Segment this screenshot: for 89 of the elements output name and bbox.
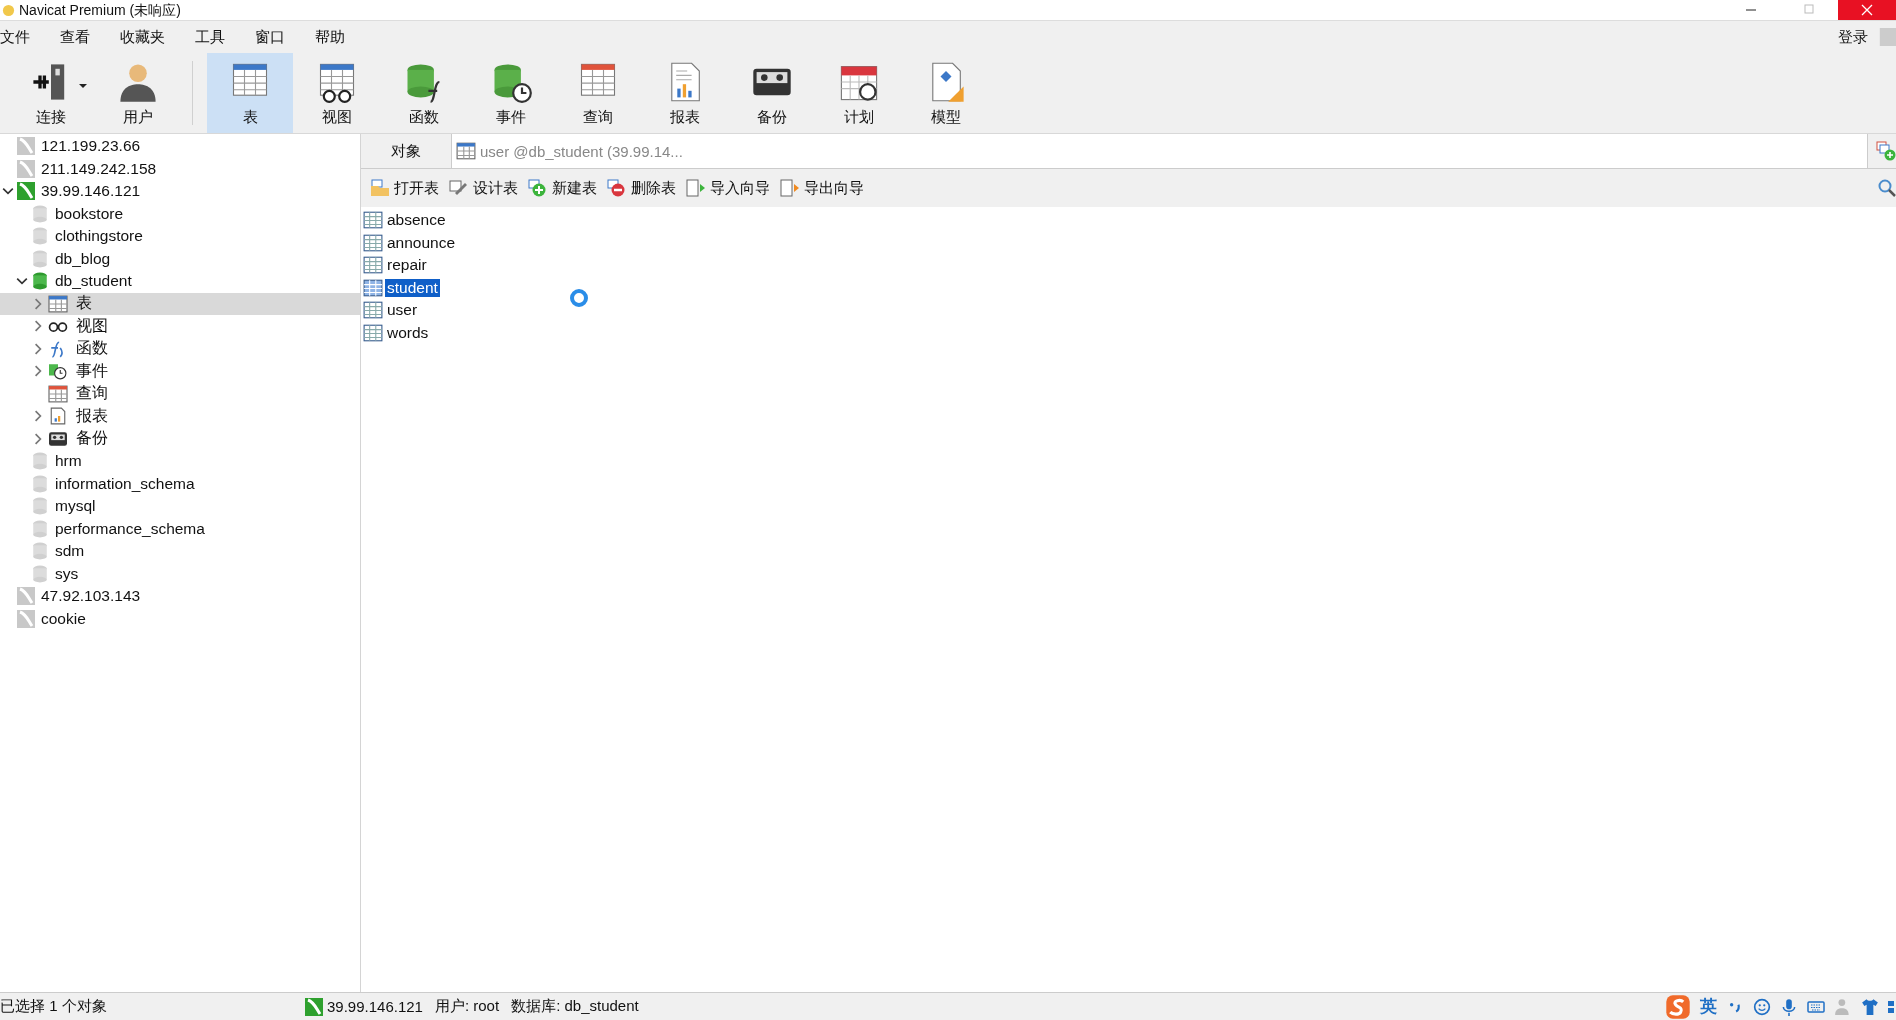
tree-item[interactable]: 函数 bbox=[0, 337, 360, 360]
collapsed-chevron-icon[interactable] bbox=[32, 432, 44, 445]
toolbar-button[interactable]: 查询 bbox=[555, 53, 641, 133]
loading-spinner-icon bbox=[569, 288, 589, 308]
connection-name[interactable]: 39.99.146.121 bbox=[41, 182, 141, 201]
toolbar-button[interactable]: 连接 bbox=[8, 53, 94, 133]
table-icon bbox=[456, 142, 476, 160]
table-item[interactable]: absence bbox=[361, 209, 483, 232]
collapsed-chevron-icon[interactable] bbox=[32, 365, 44, 378]
status-selection: 已选择 1 个对象 bbox=[0, 997, 108, 1016]
new-tab-icon[interactable] bbox=[1876, 141, 1896, 161]
menu-item[interactable]: 文件 bbox=[0, 27, 44, 47]
emoji-icon[interactable] bbox=[1753, 997, 1771, 1016]
export-icon bbox=[780, 179, 800, 197]
toolbar-action[interactable]: 新建表 bbox=[526, 178, 599, 198]
close-icon bbox=[1861, 4, 1873, 16]
toolbar-action[interactable]: 删除表 bbox=[605, 178, 678, 198]
microphone-icon[interactable] bbox=[1780, 997, 1798, 1016]
tree-item[interactable]: 视图 bbox=[0, 315, 360, 338]
menu-item[interactable]: 窗口 bbox=[255, 27, 299, 47]
toolbar-button[interactable]: 函数 bbox=[381, 53, 467, 133]
tree-item[interactable]: 报表 bbox=[0, 405, 360, 428]
database-name[interactable]: performance_schema bbox=[55, 519, 205, 538]
table-icon bbox=[47, 294, 69, 313]
maximize-icon bbox=[1803, 4, 1815, 16]
event-icon bbox=[47, 362, 69, 381]
dropdown-caret-icon[interactable] bbox=[79, 84, 87, 88]
connection-name[interactable]: 121.199.23.66 bbox=[41, 137, 141, 156]
table-item[interactable]: student bbox=[361, 276, 483, 299]
status-database: 数据库: db_student bbox=[511, 997, 639, 1016]
menu-item[interactable]: 帮助 bbox=[315, 27, 359, 47]
database-name[interactable]: information_schema bbox=[55, 474, 195, 493]
ime-language-toggle[interactable]: 英 bbox=[1700, 995, 1717, 1018]
toolbar-action[interactable]: 导出向导 bbox=[778, 178, 866, 198]
tab[interactable]: user @db_student (39.99.14... bbox=[451, 134, 1868, 168]
connection-icon bbox=[305, 997, 323, 1016]
menu-item[interactable]: 收藏夹 bbox=[120, 27, 179, 47]
menu-item[interactable]: 查看 bbox=[60, 27, 104, 47]
tree-item[interactable]: 事件 bbox=[0, 360, 360, 383]
database-name[interactable]: mysql bbox=[55, 497, 96, 516]
database-name[interactable]: sdm bbox=[55, 542, 85, 561]
toolbar-button[interactable]: 备份 bbox=[729, 53, 815, 133]
database-name[interactable]: hrm bbox=[55, 452, 82, 471]
database-name[interactable]: bookstore bbox=[55, 204, 124, 223]
tree-item[interactable]: 表 bbox=[0, 292, 360, 315]
database-name[interactable]: sys bbox=[55, 564, 79, 583]
table-item[interactable]: user bbox=[361, 299, 483, 322]
database-name[interactable]: db_blog bbox=[55, 249, 111, 268]
connection-name[interactable]: 47.92.103.143 bbox=[41, 587, 141, 606]
status-user: 用户: root bbox=[434, 997, 500, 1016]
table-item[interactable]: repair bbox=[361, 254, 483, 277]
table-item[interactable]: announce bbox=[361, 231, 483, 254]
folder-icon bbox=[370, 179, 390, 197]
collapsed-chevron-icon[interactable] bbox=[32, 320, 44, 333]
collapsed-chevron-icon[interactable] bbox=[32, 342, 44, 355]
table-item[interactable]: words bbox=[361, 321, 483, 344]
toolbar-button[interactable]: 表 bbox=[207, 53, 293, 133]
delete-icon bbox=[607, 179, 627, 197]
toolbar-button[interactable]: 模型 bbox=[903, 53, 989, 133]
database-name[interactable]: db_student bbox=[55, 272, 132, 291]
toolbar-action[interactable]: 设计表 bbox=[447, 178, 520, 198]
collapsed-chevron-icon[interactable] bbox=[32, 410, 44, 423]
connection-name[interactable]: cookie bbox=[41, 609, 86, 628]
import-icon bbox=[686, 179, 706, 197]
toolbar-button[interactable]: 计划 bbox=[816, 53, 902, 133]
tree-item[interactable]: 查询 bbox=[0, 382, 360, 405]
window-title: Navicat Premium (未响应) bbox=[19, 1, 181, 19]
connection-name[interactable]: 211.149.242.158 bbox=[41, 159, 157, 178]
status-connection: 39.99.146.121 bbox=[327, 998, 423, 1015]
toolbar-action[interactable]: 打开表 bbox=[368, 178, 441, 198]
login-link[interactable]: 登录 bbox=[1838, 27, 1868, 47]
backup-icon bbox=[47, 429, 69, 448]
toolbar-button[interactable]: 事件 bbox=[468, 53, 554, 133]
tab[interactable]: 对象 bbox=[361, 134, 451, 168]
toolbar-button[interactable]: 视图 bbox=[294, 53, 380, 133]
database-name[interactable]: clothingstore bbox=[55, 227, 143, 246]
search-icon[interactable] bbox=[1878, 179, 1896, 197]
ime-logo-icon[interactable] bbox=[1665, 993, 1691, 1020]
collapsed-chevron-icon[interactable] bbox=[32, 297, 44, 310]
toolbar-button[interactable]: 用户 bbox=[95, 53, 181, 133]
tree-item[interactable]: 备份 bbox=[0, 427, 360, 450]
toolbar-button[interactable]: 报表 bbox=[642, 53, 728, 133]
toolbar-action[interactable]: 导入向导 bbox=[684, 178, 772, 198]
query-icon bbox=[47, 384, 69, 403]
shirt-icon[interactable] bbox=[1861, 997, 1879, 1016]
pencil-icon bbox=[449, 179, 469, 197]
menu-item[interactable]: 工具 bbox=[195, 27, 239, 47]
add-icon bbox=[528, 179, 548, 197]
app-logo-icon bbox=[2, 3, 15, 17]
